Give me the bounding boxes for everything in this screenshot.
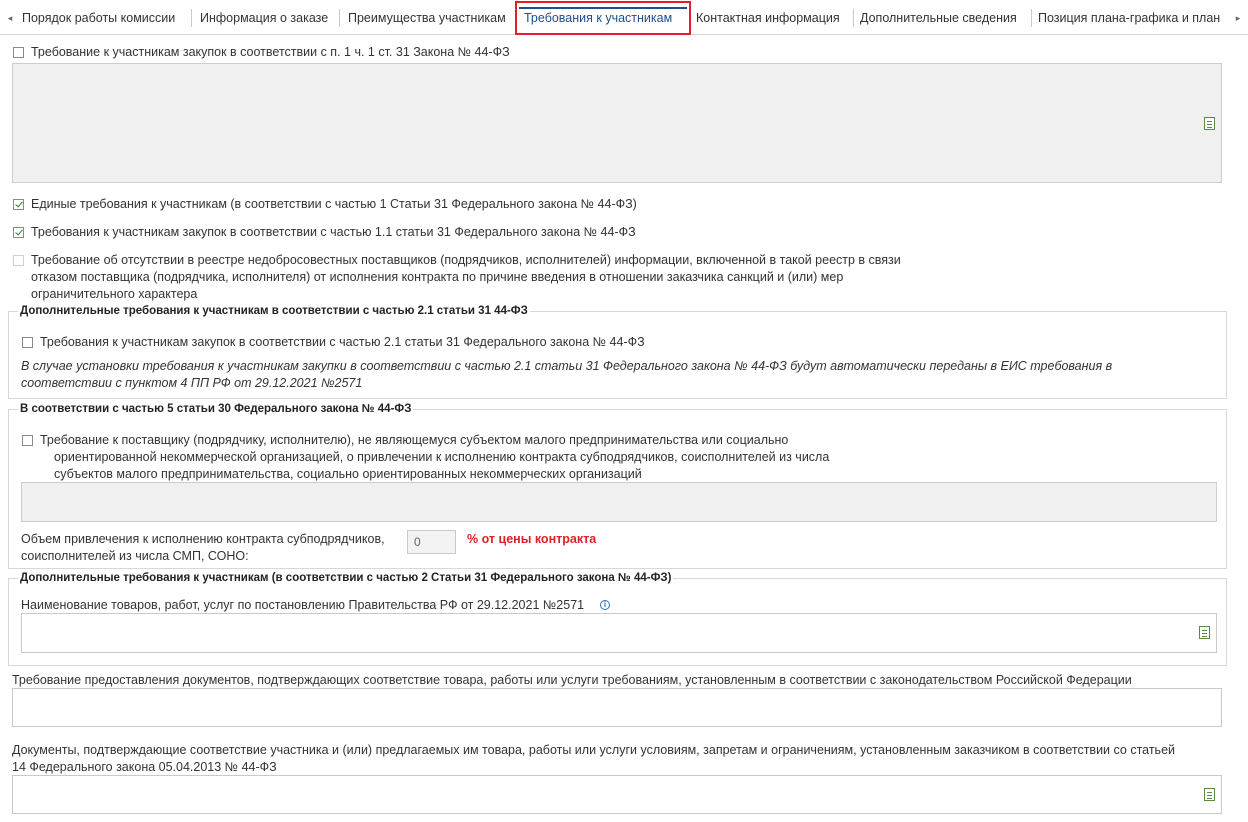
section-2-1-checkbox-label: Требования к участникам закупок в соотве… (40, 335, 645, 349)
volume-input[interactable]: 0 (407, 530, 456, 554)
smp-requirement-line2: ориентированной некоммерческой организац… (54, 450, 830, 464)
tab-order-info[interactable]: Информация о заказе (194, 5, 338, 31)
tab-commission-procedure[interactable]: Порядок работы комиссии (16, 5, 190, 31)
volume-label-line2: соисполнителей из числа СМП, СОНО: (21, 549, 249, 563)
goods-label: Наименование товаров, работ, услуг по по… (21, 598, 585, 612)
smp-requirement-line1: Требование к поставщику (подрядчику, исп… (40, 433, 789, 447)
registry-label-line1: Требование об отсутствии в реестре недоб… (31, 253, 901, 267)
req-31-1-1-checkbox[interactable] (13, 227, 24, 238)
unified-requirements-label: Единые требования к участникам (в соотве… (31, 197, 637, 211)
scroll-right-icon[interactable]: ▸ (1232, 8, 1244, 28)
section-2-1-note-line1: В случае установки требования к участник… (21, 359, 1113, 373)
req-31-1-1-label: Требования к участникам закупок в соотве… (31, 225, 636, 239)
info-icon[interactable]: i (600, 600, 610, 610)
smp-requirement-checkbox[interactable] (22, 435, 33, 446)
tab-additional-info[interactable]: Дополнительные сведения (854, 5, 1030, 31)
section-2-1-note-line2: соответствии с пунктом 4 ПП РФ от 29.12.… (21, 376, 363, 390)
goods-field[interactable] (21, 613, 1217, 653)
section-2-1-checkbox[interactable] (22, 337, 33, 348)
highlight-frame (515, 1, 691, 35)
tab-contact-info[interactable]: Контактная информация (690, 5, 852, 31)
smp-requirement-line3: субъектов малого предпринимательства, со… (54, 467, 642, 481)
registry-label-line3: ограничительного характера (31, 287, 198, 301)
section-2-1-legend: Дополнительные требования к участникам в… (18, 303, 530, 320)
tab-divider (191, 9, 192, 27)
registry-checkbox[interactable] (13, 255, 24, 266)
req-31-1-label: Требование к участникам закупок в соотве… (31, 45, 510, 59)
docs-requirement-label: Требование предоставления документов, по… (12, 673, 1132, 687)
docs-requirement-field[interactable] (12, 688, 1222, 727)
volume-label-line1: Объем привлечения к исполнению контракта… (21, 532, 385, 546)
document-icon[interactable] (1204, 788, 1215, 801)
document-icon[interactable] (1199, 626, 1210, 639)
unified-requirements-checkbox[interactable] (13, 199, 24, 210)
section-30-5-legend: В соответствии с частью 5 статьи 30 Феде… (18, 401, 414, 418)
tab-divider (339, 9, 340, 27)
smp-requirement-textarea[interactable] (21, 482, 1217, 522)
req-31-1-textarea[interactable] (12, 63, 1222, 183)
registry-label-line2: отказом поставщика (подрядчика, исполнит… (31, 270, 844, 284)
docs-conformity-label-line1: Документы, подтверждающие соответствие у… (12, 743, 1176, 757)
section-2-legend: Дополнительные требования к участникам (… (18, 570, 674, 587)
req-31-1-checkbox[interactable] (13, 47, 24, 58)
tab-participant-advantages[interactable]: Преимущества участникам (342, 5, 514, 31)
tab-bar: ◂ Порядок работы комиссии Информация о з… (0, 0, 1248, 35)
scroll-left-icon[interactable]: ◂ (4, 8, 16, 28)
docs-conformity-field[interactable] (12, 775, 1222, 814)
docs-conformity-label-line2: 14 Федерального закона 05.04.2013 № 44-Ф… (12, 760, 277, 774)
tab-plan-schedule-position[interactable]: Позиция плана-графика и план (1032, 5, 1228, 31)
percent-of-contract-label: % от цены контракта (467, 532, 597, 546)
document-icon[interactable] (1204, 117, 1215, 130)
